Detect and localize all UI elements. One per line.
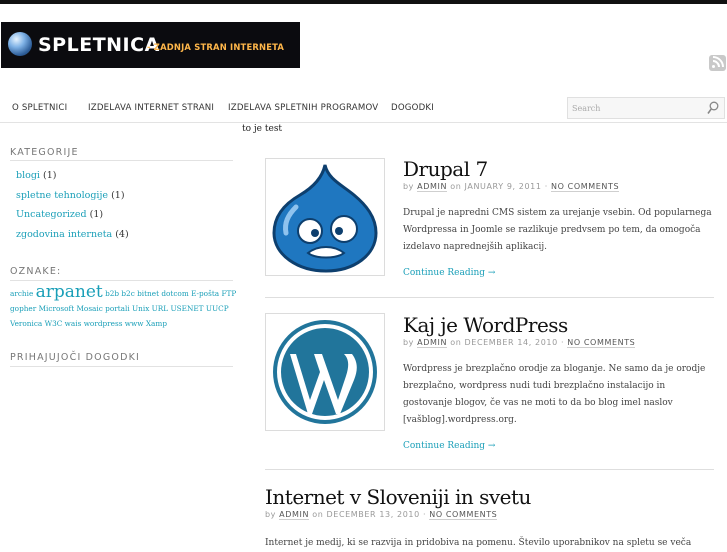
meta-by-label: by <box>403 182 415 191</box>
tag-link[interactable]: E-pošta <box>191 289 219 298</box>
rss-icon[interactable] <box>709 55 726 71</box>
post-title[interactable]: Internet v Sloveniji in svetu <box>265 485 531 509</box>
tag-link[interactable]: bitnet <box>137 289 159 298</box>
meta-on-label: on <box>450 182 462 191</box>
meta-separator: · <box>544 182 548 191</box>
post-date: DECEMBER 13, 2010 <box>326 510 420 519</box>
tag-link[interactable]: Veronica <box>10 319 42 328</box>
category-item: blogi (1) <box>16 170 56 181</box>
tag-link[interactable]: b2b <box>105 289 119 298</box>
category-link-zgodovina-interneta[interactable]: zgodovina interneta <box>16 229 112 240</box>
globe-icon <box>8 32 32 56</box>
post-author-link[interactable]: ADMIN <box>417 338 448 348</box>
tag-link[interactable]: UUCP <box>206 304 229 313</box>
post-excerpt: Drupal je napredni CMS sistem za urejanj… <box>403 208 712 252</box>
tag-link[interactable]: www <box>125 319 144 328</box>
post-title[interactable]: Drupal 7 <box>403 157 488 181</box>
post-title[interactable]: Kaj je WordPress <box>403 313 568 337</box>
nav-divider <box>0 122 727 123</box>
tag-link[interactable]: dotcom <box>161 289 188 298</box>
post-author-link[interactable]: ADMIN <box>417 182 448 192</box>
category-count: (1) <box>89 209 104 220</box>
tag-link[interactable]: archie <box>10 289 33 298</box>
comments-link[interactable]: NO COMMENTS <box>551 182 620 192</box>
category-link-spletne-tehnologije[interactable]: spletne tehnologije <box>16 190 108 201</box>
tag-link[interactable]: W3C <box>45 319 63 328</box>
category-item: zgodovina interneta (4) <box>16 229 129 240</box>
post-excerpt: Wordpress je brezplačno orodje za blogan… <box>403 364 706 425</box>
tag-link[interactable]: arpanet <box>36 282 103 302</box>
tags-divider <box>10 280 233 281</box>
nav-item-izdelava-internet-strani[interactable]: IZDELAVA INTERNET STRANI <box>88 103 214 113</box>
tag-link[interactable]: wais <box>65 319 82 328</box>
tags-heading: OZNAKE: <box>10 266 62 277</box>
meta-on-label: on <box>450 338 462 347</box>
tag-link[interactable]: Unix <box>132 304 149 313</box>
meta-by-label: by <box>265 510 277 519</box>
test-note: to je test <box>242 124 283 134</box>
tag-link[interactable]: FTP <box>221 289 236 298</box>
tag-link[interactable]: Mosaic <box>76 304 102 313</box>
category-item: Uncategorized (1) <box>16 209 103 220</box>
tag-link[interactable]: b2c <box>121 289 134 298</box>
post-divider <box>265 297 714 298</box>
post-divider <box>265 469 714 470</box>
nav-item-o-spletnici[interactable]: O SPLETNICI <box>12 103 67 113</box>
tag-link[interactable]: Xamp <box>146 319 167 328</box>
category-link-uncategorized[interactable]: Uncategorized <box>16 209 87 220</box>
tag-link[interactable]: Microsoft <box>39 304 75 313</box>
tag-link[interactable]: gopher <box>10 304 36 313</box>
post-thumbnail[interactable] <box>265 158 385 276</box>
meta-by-label: by <box>403 338 415 347</box>
continue-reading-link[interactable]: Continue Reading → <box>403 268 495 278</box>
site-logo[interactable]: SPLETNICA - ZADNJA STRAN INTERNETA <box>1 22 300 68</box>
categories-heading: KATEGORIJE <box>10 147 79 158</box>
nav-item-izdelava-spletnih-programov[interactable]: IZDELAVA SPLETNIH PROGRAMOV <box>228 103 378 113</box>
category-item: spletne tehnologije (1) <box>16 190 125 201</box>
comments-link[interactable]: NO COMMENTS <box>429 510 498 520</box>
post-date: JANUARY 9, 2011 <box>464 182 542 191</box>
category-count: (1) <box>111 190 125 201</box>
tag-link[interactable]: portali <box>105 304 130 313</box>
continue-reading-link[interactable]: Continue Reading → <box>403 441 495 451</box>
post-author-link[interactable]: ADMIN <box>279 510 310 520</box>
tag-link[interactable]: URL <box>152 304 169 313</box>
category-count: (4) <box>115 229 129 240</box>
drupal-logo-icon <box>272 164 378 273</box>
post-meta: by ADMIN on DECEMBER 14, 2010 · NO COMME… <box>403 338 636 348</box>
top-bar <box>0 0 727 4</box>
category-link-blogi[interactable]: blogi <box>16 170 40 181</box>
logo-title: SPLETNICA <box>38 34 160 56</box>
categories-divider <box>10 160 233 161</box>
post-thumbnail[interactable] <box>265 313 385 431</box>
meta-on-label: on <box>312 510 324 519</box>
post-date: DECEMBER 14, 2010 <box>464 338 558 347</box>
post-meta: by ADMIN on DECEMBER 13, 2010 · NO COMME… <box>265 510 498 520</box>
tag-cloud: archie arpanet b2b b2c bitnet dotcom E-p… <box>10 282 238 331</box>
logo-tagline: - ZADNJA STRAN INTERNETA <box>147 42 285 52</box>
tag-link[interactable]: USENET <box>170 304 203 313</box>
events-divider <box>10 366 233 367</box>
comments-link[interactable]: NO COMMENTS <box>567 338 636 348</box>
tag-link[interactable]: wordpress <box>84 319 123 328</box>
nav-item-dogodki[interactable]: DOGODKI <box>391 103 434 113</box>
meta-separator: · <box>422 510 427 519</box>
wordpress-logo-icon <box>273 320 377 424</box>
category-count: (1) <box>43 170 57 181</box>
post-meta: by ADMIN on JANUARY 9, 2011 · NO COMMENT… <box>403 182 620 192</box>
search-input[interactable] <box>572 101 700 115</box>
events-heading: PRIHAJUJOČI DOGODKI <box>10 352 141 363</box>
search-box <box>567 97 725 119</box>
post-excerpt: Internet je medij, ki se razvija in prid… <box>265 538 692 548</box>
meta-separator: · <box>560 338 565 347</box>
search-icon[interactable] <box>707 101 719 115</box>
